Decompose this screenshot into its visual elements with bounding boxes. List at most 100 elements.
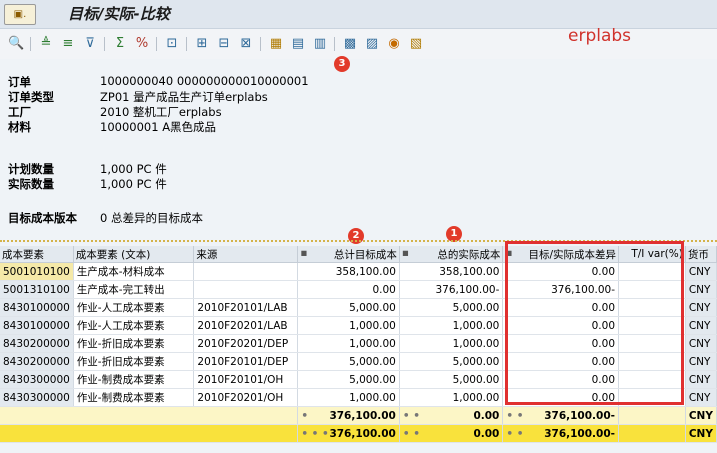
- export-icon[interactable]: ⊞: [194, 36, 210, 52]
- empty-cell[interactable]: [618, 424, 686, 443]
- print-preview-icon[interactable]: ⊡: [164, 36, 180, 52]
- currency-cell[interactable]: CNY: [685, 370, 717, 389]
- currency-cell[interactable]: CNY: [685, 424, 717, 443]
- sap-menu-icon[interactable]: ▣.: [4, 4, 36, 25]
- cost-element-text-cell[interactable]: 作业-制费成本要素: [73, 370, 195, 389]
- graphic-icon[interactable]: ▩: [342, 36, 358, 52]
- word-processing-icon[interactable]: ⊠: [238, 36, 254, 52]
- sum-icon[interactable]: Σ: [112, 36, 128, 52]
- origin-cell[interactable]: 2010F20201/DEP: [193, 334, 299, 353]
- col-cost-element[interactable]: 成本要素: [0, 246, 74, 263]
- variance-cell[interactable]: • • 376,100.00-: [502, 406, 620, 425]
- sort-descending-icon[interactable]: ≡: [60, 36, 76, 52]
- total-target-cell[interactable]: 5,000.00: [297, 352, 400, 371]
- change-layout-icon[interactable]: ▦: [268, 36, 284, 52]
- empty-cell[interactable]: [0, 424, 299, 443]
- total-target-cell[interactable]: 1,000.00: [297, 334, 400, 353]
- origin-cell[interactable]: 2010F20101/LAB: [193, 298, 299, 317]
- currency-cell[interactable]: CNY: [685, 298, 717, 317]
- total-actual-cell[interactable]: 376,100.00-: [399, 280, 504, 299]
- separator: [186, 37, 187, 51]
- currency-cell[interactable]: CNY: [685, 316, 717, 335]
- order-type-value: ZP01 量产成品生产订单erplabs: [100, 90, 268, 104]
- total-actual-cell[interactable]: 1,000.00: [399, 334, 504, 353]
- origin-cell[interactable]: 2010F20201/LAB: [193, 316, 299, 335]
- view-switch-icon[interactable]: ◉: [386, 36, 402, 52]
- subtotal-row[interactable]: • 376,100.00 • • 0.00 • • 376,100.00- CNY: [0, 406, 717, 425]
- spreadsheet-icon[interactable]: ⊟: [216, 36, 232, 52]
- actual-qty-label: 实际数量: [8, 177, 54, 191]
- cost-element-text-cell[interactable]: 生产成本-材料成本: [73, 262, 195, 281]
- total-target-cell[interactable]: 358,100.00: [297, 262, 400, 281]
- origin-cell[interactable]: 2010F20101/OH: [193, 370, 299, 389]
- total-actual-cell[interactable]: • • 0.00: [399, 406, 504, 425]
- total-target-cell[interactable]: • 376,100.00: [297, 406, 400, 425]
- total-actual-cell[interactable]: • • 0.00: [399, 424, 504, 443]
- total-actual-cell[interactable]: 5,000.00: [399, 370, 504, 389]
- total-actual-cell[interactable]: 1,000.00: [399, 388, 504, 407]
- total-actual-cell[interactable]: 5,000.00: [399, 352, 504, 371]
- total-target-cell[interactable]: 5,000.00: [297, 298, 400, 317]
- col-origin[interactable]: 来源: [193, 246, 299, 263]
- cost-element-text-cell[interactable]: 作业-折旧成本要素: [73, 334, 195, 353]
- cost-element-cell[interactable]: 8430100000: [0, 316, 74, 335]
- cost-element-cell[interactable]: 5001310100: [0, 280, 74, 299]
- currency-cell[interactable]: CNY: [685, 334, 717, 353]
- abc-analysis-icon[interactable]: ▨: [364, 36, 380, 52]
- total-target-cell[interactable]: 1,000.00: [297, 316, 400, 335]
- cost-element-text-cell[interactable]: 作业-折旧成本要素: [73, 352, 195, 371]
- currency-cell[interactable]: CNY: [685, 388, 717, 407]
- subtotal-icon[interactable]: %: [134, 36, 150, 52]
- total-target-cell[interactable]: • • • 376,100.00: [297, 424, 400, 443]
- cost-element-cell[interactable]: 8430100000: [0, 298, 74, 317]
- cost-element-text-cell[interactable]: 作业-人工成本要素: [73, 298, 195, 317]
- total-target-cell[interactable]: 1,000.00: [297, 388, 400, 407]
- empty-cell[interactable]: [0, 406, 299, 425]
- cost-element-cell[interactable]: 8430200000: [0, 352, 74, 371]
- save-layout-icon[interactable]: ▥: [312, 36, 328, 52]
- variance-cell-value: 376,100.00-: [544, 409, 616, 422]
- callout-marker-3: 3: [334, 56, 350, 72]
- col-total-target[interactable]: ▪ 总计目标成本: [297, 246, 400, 263]
- total-target-cell[interactable]: 0.00: [297, 280, 400, 299]
- cost-element-text-cell[interactable]: 作业-人工成本要素: [73, 316, 195, 335]
- total-actual-cell[interactable]: 358,100.00: [399, 262, 504, 281]
- info-icon[interactable]: ▧: [408, 36, 424, 52]
- cost-element-cell[interactable]: 8430300000: [0, 388, 74, 407]
- cost-element-cell[interactable]: 8430300000: [0, 370, 74, 389]
- col-cost-element-text[interactable]: 成本要素 (文本): [73, 246, 195, 263]
- grand-total-row[interactable]: • • • 376,100.00 • • 0.00 • • 376,100.00- CNY: [0, 424, 717, 443]
- total-target-cell-value: 376,100.00: [329, 409, 396, 422]
- cost-element-cell[interactable]: 5001010100: [0, 262, 74, 281]
- filter-icon[interactable]: ⊽: [82, 36, 98, 52]
- total-actual-cell[interactable]: 1,000.00: [399, 316, 504, 335]
- total-target-cell[interactable]: 5,000.00: [297, 370, 400, 389]
- col-currency[interactable]: 货币: [685, 246, 717, 263]
- total-actual-cell[interactable]: 5,000.00: [399, 298, 504, 317]
- sort-ascending-icon[interactable]: ≜: [38, 36, 54, 52]
- currency-cell[interactable]: CNY: [685, 262, 717, 281]
- details-icon[interactable]: 🔍: [8, 36, 24, 52]
- brand-watermark: erplabs: [568, 26, 632, 46]
- sum-marker-icon: ▪: [401, 246, 409, 259]
- cost-element-text-cell[interactable]: 生产成本-完工转出: [73, 280, 195, 299]
- cost-element-cell[interactable]: 8430200000: [0, 334, 74, 353]
- separator: [334, 37, 335, 51]
- origin-cell[interactable]: 2010F20201/OH: [193, 388, 299, 407]
- separator: [30, 37, 31, 51]
- currency-cell[interactable]: CNY: [685, 280, 717, 299]
- sum-marker-icon: ▪: [300, 246, 308, 259]
- col-total-actual[interactable]: ▪ 总的实际成本: [399, 246, 504, 263]
- aggregation-marker: • •: [402, 427, 420, 440]
- select-layout-icon[interactable]: ▤: [290, 36, 306, 52]
- origin-cell[interactable]: [193, 262, 299, 281]
- cost-element-text-cell[interactable]: 作业-制费成本要素: [73, 388, 195, 407]
- currency-cell[interactable]: CNY: [685, 406, 717, 425]
- variance-cell[interactable]: • • 376,100.00-: [502, 424, 620, 443]
- origin-cell[interactable]: [193, 280, 299, 299]
- currency-cell[interactable]: CNY: [685, 352, 717, 371]
- empty-cell[interactable]: [618, 406, 686, 425]
- order-type-label: 订单类型: [8, 90, 54, 104]
- origin-cell[interactable]: 2010F20101/DEP: [193, 352, 299, 371]
- col-total-target-label: 总计目标成本: [333, 248, 397, 261]
